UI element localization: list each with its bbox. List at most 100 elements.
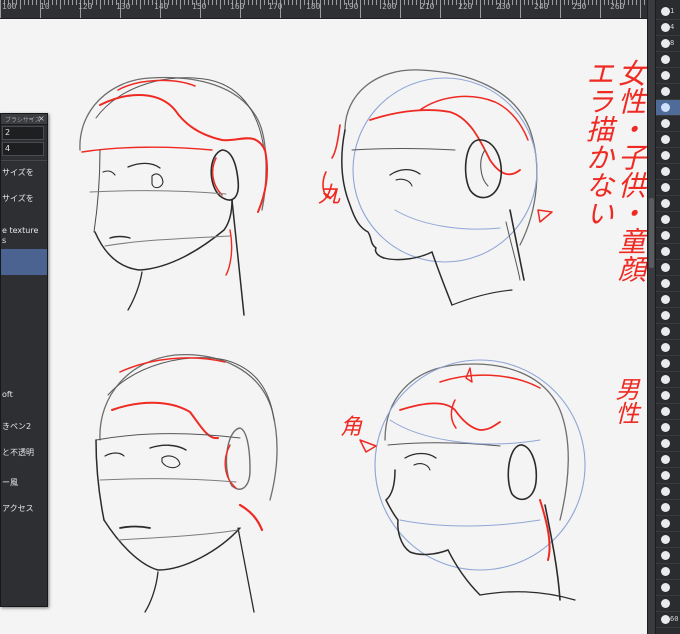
layer-row[interactable] [656,404,680,420]
layer-visibility-icon[interactable] [661,471,670,480]
layer-row[interactable] [656,564,680,580]
brush-preset-item[interactable]: e texture [1,226,47,236]
layer-visibility-icon[interactable] [661,87,670,96]
layer-visibility-icon[interactable] [661,55,670,64]
brush-preset-item[interactable]: s [1,236,47,246]
close-icon[interactable]: × [38,114,45,123]
layer-row[interactable] [656,68,680,84]
layer-row[interactable]: 1 [656,4,680,20]
layer-row[interactable] [656,84,680,100]
layer-row[interactable] [656,436,680,452]
layer-visibility-icon[interactable] [661,215,670,224]
layer-row[interactable] [656,372,680,388]
layer-row[interactable] [656,484,680,500]
layer-row[interactable] [656,500,680,516]
layer-visibility-icon[interactable] [661,439,670,448]
layer-visibility-icon[interactable] [661,103,670,112]
ruler-tick [32,0,33,5]
layer-row[interactable] [656,308,680,324]
layer-row[interactable] [656,228,680,244]
layer-visibility-icon[interactable] [661,391,670,400]
layer-visibility-icon[interactable] [661,327,670,336]
layer-visibility-icon[interactable] [661,263,670,272]
layer-visibility-icon[interactable] [661,375,670,384]
layer-visibility-icon[interactable] [661,39,670,48]
layer-row[interactable] [656,580,680,596]
layer-row-selected[interactable] [656,100,680,116]
layer-row[interactable] [656,132,680,148]
layer-visibility-icon[interactable] [661,487,670,496]
layer-visibility-icon[interactable] [661,183,670,192]
layer-visibility-icon[interactable] [661,135,670,144]
layer-row[interactable]: 8 [656,36,680,52]
layer-row[interactable] [656,548,680,564]
layer-visibility-icon[interactable] [661,535,670,544]
layer-row[interactable] [656,116,680,132]
brush-preset-item[interactable]: アクセス [1,504,47,514]
drawing-canvas[interactable]: 女性・子供・童顔 エラ描かない 丸 男性 角 [0,19,647,634]
layer-row[interactable] [656,596,680,612]
layer-visibility-icon[interactable] [661,455,670,464]
layer-visibility-icon[interactable] [661,295,670,304]
ruler-label: 240 [534,2,549,11]
layer-row[interactable] [656,468,680,484]
layer-visibility-icon[interactable] [661,359,670,368]
brush-preset-item[interactable]: oft [1,390,47,400]
layer-visibility-icon[interactable] [661,71,670,80]
brush-preset-item[interactable]: きペン2 [1,422,47,432]
layer-row[interactable] [656,452,680,468]
layer-visibility-icon[interactable] [661,599,670,608]
layer-row[interactable]: 4 [656,20,680,36]
layer-visibility-icon[interactable] [661,167,670,176]
ruler-tick [560,0,561,18]
layer-row[interactable] [656,212,680,228]
layer-visibility-icon[interactable] [661,615,670,624]
layer-visibility-icon[interactable] [661,199,670,208]
layer-visibility-icon[interactable] [661,279,670,288]
layer-row[interactable] [656,244,680,260]
layer-visibility-icon[interactable] [661,551,670,560]
brush-preset-item[interactable]: サイズを [1,168,47,178]
brush-preset-item-selected[interactable] [1,249,47,275]
layer-visibility-icon[interactable] [661,407,670,416]
layer-visibility-icon[interactable] [661,423,670,432]
layer-row[interactable] [656,196,680,212]
layer-visibility-icon[interactable] [661,7,670,16]
brush-preset-item[interactable]: と不透明 [1,448,47,458]
layer-visibility-icon[interactable] [661,503,670,512]
layer-visibility-icon[interactable] [661,311,670,320]
layer-visibility-icon[interactable] [661,119,670,128]
layer-row[interactable] [656,356,680,372]
layer-row[interactable] [656,532,680,548]
layer-visibility-icon[interactable] [661,247,670,256]
layer-row[interactable] [656,260,680,276]
layer-row[interactable] [656,420,680,436]
layer-row[interactable] [656,292,680,308]
ruler-tick [436,0,437,5]
layer-row[interactable] [656,324,680,340]
minimize-icon[interactable]: – [29,114,33,123]
layer-visibility-icon[interactable] [661,343,670,352]
layer-visibility-icon[interactable] [661,583,670,592]
layer-row[interactable] [656,516,680,532]
layer-row[interactable] [656,180,680,196]
scrollbar-thumb[interactable] [649,198,654,268]
layer-visibility-icon[interactable] [661,151,670,160]
layer-row[interactable] [656,340,680,356]
brush-preset-item[interactable]: ー風 [1,478,47,488]
layer-row[interactable] [656,276,680,292]
layer-visibility-icon[interactable] [661,23,670,32]
canvas-vertical-scrollbar[interactable] [647,0,655,634]
layer-row[interactable] [656,388,680,404]
layer-visibility-icon[interactable] [661,567,670,576]
brush-preset-item[interactable]: サイズを [1,194,47,204]
layer-visibility-icon[interactable] [661,231,670,240]
brush-size-field-2[interactable]: 4 [2,142,44,156]
layer-row[interactable] [656,52,680,68]
layer-visibility-icon[interactable] [661,519,670,528]
panel-titlebar[interactable]: ブラシサイズ – × [1,114,47,125]
layer-row[interactable]: 60 [656,612,680,628]
brush-size-field-1[interactable]: 2 [2,126,44,140]
layer-row[interactable] [656,148,680,164]
layer-row[interactable] [656,164,680,180]
